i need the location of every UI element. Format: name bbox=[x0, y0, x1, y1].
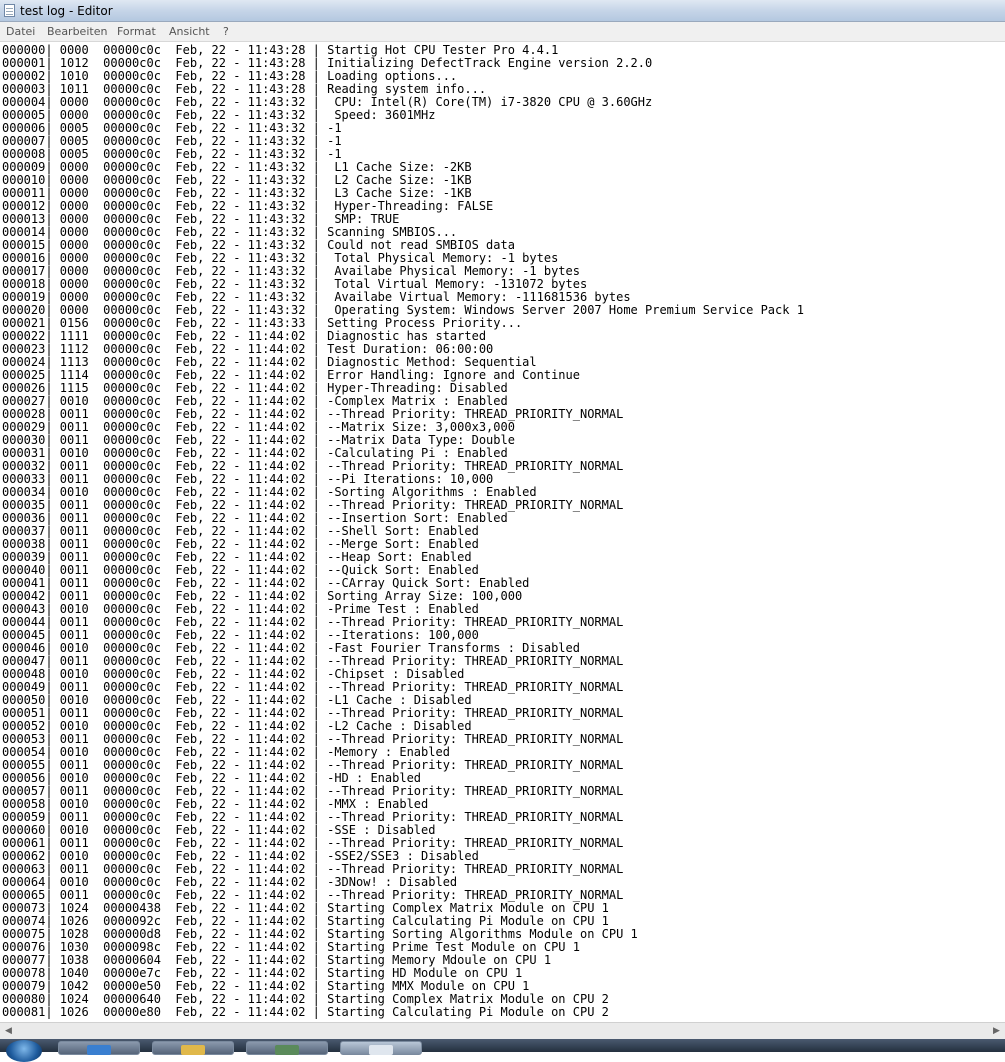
notepad-icon bbox=[369, 1045, 393, 1055]
text-editor-area[interactable]: 000000| 0000 00000c0c Feb, 22 - 11:43:28… bbox=[0, 42, 1005, 1022]
scroll-left-arrow-icon[interactable]: ◀ bbox=[1, 1024, 16, 1038]
taskbar-button[interactable] bbox=[58, 1041, 140, 1055]
menu-ansicht[interactable]: Ansicht bbox=[169, 25, 210, 38]
start-button[interactable] bbox=[6, 1040, 42, 1062]
app-icon bbox=[275, 1045, 299, 1055]
ie-icon bbox=[87, 1045, 111, 1055]
notepad-icon bbox=[4, 4, 15, 17]
menu-bar: Datei Bearbeiten Format Ansicht ? bbox=[0, 22, 1005, 42]
title-bar[interactable]: test log - Editor bbox=[0, 0, 1005, 22]
taskbar-button[interactable] bbox=[340, 1041, 422, 1055]
horizontal-scrollbar[interactable]: ◀ ▶ bbox=[0, 1022, 1005, 1039]
folder-icon bbox=[181, 1045, 205, 1055]
taskbar-button[interactable] bbox=[152, 1041, 234, 1055]
menu-format[interactable]: Format bbox=[117, 25, 156, 38]
taskbar bbox=[0, 1039, 1005, 1062]
menu-datei[interactable]: Datei bbox=[6, 25, 35, 38]
log-line: 000081| 1026 00000e80 Feb, 22 - 11:44:02… bbox=[2, 1005, 609, 1019]
taskbar-button[interactable] bbox=[246, 1041, 328, 1055]
window-title: test log - Editor bbox=[20, 4, 113, 18]
menu-help[interactable]: ? bbox=[223, 25, 229, 38]
menu-bearbeiten[interactable]: Bearbeiten bbox=[47, 25, 107, 38]
scroll-right-arrow-icon[interactable]: ▶ bbox=[989, 1024, 1004, 1038]
